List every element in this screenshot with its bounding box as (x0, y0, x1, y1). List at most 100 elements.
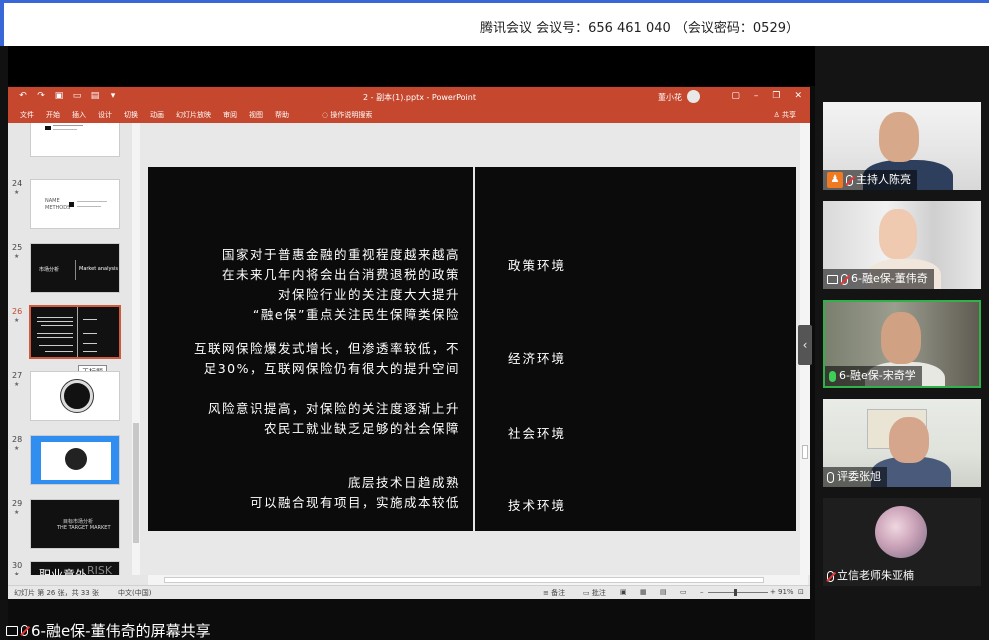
ribbon-tabs: 文件 开始 插入 设计 切换 动画 幻灯片放映 审阅 视图 帮助 (20, 110, 289, 120)
tab-file[interactable]: 文件 (20, 110, 34, 120)
participant-name: 6-融e保-董伟奇 (851, 272, 928, 285)
thumbnail-text: 职业意外 (39, 568, 88, 575)
policy-line: 对保险行业的关注度大大提升 (277, 287, 460, 302)
thumbnail-number: 26 (12, 307, 23, 316)
participant-name: 6-融e保-宋奇学 (839, 369, 916, 382)
open-icon[interactable]: ▤ (90, 91, 100, 101)
participant-video-5[interactable]: 立信老师朱亚楠 (823, 498, 981, 586)
customize-icon[interactable]: ▾ (108, 91, 118, 101)
mic-icon[interactable] (827, 471, 834, 483)
notes-button[interactable]: ≡ 备注 (543, 588, 565, 598)
close-icon[interactable]: ✕ (794, 91, 802, 101)
restore-icon[interactable]: ❐ (772, 91, 780, 101)
reading-view-icon[interactable]: ▤ (660, 588, 667, 596)
language-status[interactable]: 中文(中国) (118, 588, 151, 598)
ppt-title-bar: ↶ ↷ ▣ ▭ ▤ ▾ 2 - 副本(1).pptx - PowerPoint … (8, 87, 810, 107)
social-line: 农民工就业缺乏足够的社会保障 (263, 421, 460, 436)
save-icon[interactable]: ▣ (54, 91, 64, 101)
thumbnail-image[interactable] (30, 123, 120, 157)
meeting-info-text: 腾讯会议 会议号：656 461 040 （会议密码：0529） (479, 21, 799, 36)
thumbnails-scroll-thumb[interactable] (133, 423, 139, 543)
thumbnail-image[interactable]: 市场分析 Market analysis (30, 243, 120, 293)
tab-animations[interactable]: 动画 (150, 110, 164, 120)
screen-share-icon (827, 274, 838, 284)
tech-line: 底层技术日趋成熟 (347, 475, 460, 490)
participant-video-4[interactable]: 评委张旭 (823, 399, 981, 487)
host-icon: ♟ (827, 172, 843, 188)
slideshow-view-icon[interactable]: ▭ (680, 588, 687, 596)
mic-muted-icon (21, 625, 28, 636)
share-button[interactable]: ♙ 共享 (773, 110, 796, 120)
thumbnail-image[interactable]: NAME METHODS (30, 179, 120, 229)
mic-active-icon[interactable] (829, 370, 836, 382)
comments-button[interactable]: ▭ 批注 (583, 588, 606, 598)
participant-video-1[interactable]: ♟ 主持人陈亮 (823, 102, 981, 190)
zoom-in-icon[interactable]: + (770, 588, 776, 596)
ribbon-display-icon[interactable]: ▢ (731, 91, 740, 101)
thumbnail-text: 目标市场分析 (63, 519, 94, 525)
current-slide[interactable]: 国家对于普惠金融的重视程度越来越高 在未来几年内将会出台消费退税的政策 对保险行… (148, 167, 796, 531)
mic-muted-icon[interactable] (841, 273, 848, 285)
tab-view[interactable]: 视图 (249, 110, 263, 120)
mic-muted-icon[interactable] (846, 174, 853, 186)
tell-me-search[interactable]: ◌ 操作说明搜索 (322, 110, 372, 120)
label-social: 社会环境 (508, 426, 567, 441)
economy-line: 足30%，互联网保险仍有很大的提升空间 (203, 361, 460, 376)
tab-slideshow[interactable]: 幻灯片放映 (176, 110, 211, 120)
thumbnail-image[interactable]: 职业意外 RISK (30, 561, 120, 575)
participant-video-2[interactable]: 6-融e保-董伟奇 (823, 201, 981, 289)
tab-insert[interactable]: 插入 (72, 110, 86, 120)
participant-label: 立信老师朱亚楠 (823, 566, 920, 586)
tab-home[interactable]: 开始 (46, 110, 60, 120)
thumbnail-image[interactable]: 目标市场分析 THE TARGET MARKET (30, 499, 120, 549)
thumbnail-image[interactable] (30, 435, 120, 485)
thumbnail-number: 28 (12, 435, 23, 444)
slide-sorter-icon[interactable]: ▦ (640, 588, 647, 596)
horizontal-scrollbar[interactable] (148, 575, 808, 585)
fit-slide-icon[interactable]: ⊡ (798, 588, 804, 596)
thumbnail-number: 30 (12, 561, 23, 570)
notes-label: 备注 (551, 589, 566, 597)
normal-view-icon[interactable]: ▣ (620, 588, 627, 596)
mic-muted-icon[interactable] (827, 570, 834, 582)
star-icon: ★ (14, 445, 20, 452)
slideshow-icon[interactable]: ▭ (72, 91, 82, 101)
user-avatar-icon[interactable] (687, 90, 700, 103)
tab-review[interactable]: 审阅 (223, 110, 237, 120)
vertical-scroll-thumb[interactable] (802, 445, 808, 459)
participant-name: 评委张旭 (837, 470, 881, 483)
tech-text: 底层技术日趋成熟 可以融合现有项目，实施成本较低 (250, 473, 460, 513)
collapse-panel-arrow-icon[interactable]: ‹ (798, 325, 812, 365)
slide-thumbnails-pane[interactable]: 24 ★ NAME METHODS 25 ★ 市场分析 Market analy… (8, 123, 140, 575)
thumbnail-image[interactable] (30, 371, 120, 421)
participant-label: ♟ 主持人陈亮 (823, 170, 917, 190)
thumbnails-scrollbar[interactable] (132, 123, 140, 575)
tab-design[interactable]: 设计 (98, 110, 112, 120)
zoom-out-icon[interactable]: – (700, 588, 704, 596)
meeting-info-bar: 腾讯会议 会议号：656 461 040 （会议密码：0529） (0, 0, 989, 46)
zoom-level[interactable]: 91% (778, 588, 794, 596)
zoom-slider[interactable] (708, 592, 768, 593)
undo-icon[interactable]: ↶ (18, 91, 28, 101)
tell-me-label: 操作说明搜索 (330, 111, 373, 119)
label-tech: 技术环境 (508, 498, 567, 513)
screen-share-label: 6-融e保-董伟奇的屏幕共享 (6, 620, 211, 640)
horizontal-scroll-thumb[interactable] (164, 577, 764, 583)
slide-counter: 幻灯片 第 26 张，共 33 张 (14, 589, 99, 597)
economy-text: 互联网保险爆发式增长，但渗透率较低，不 足30%，互联网保险仍有很大的提升空间 (194, 339, 460, 379)
thumbnail-image[interactable] (29, 305, 121, 359)
minimize-icon[interactable]: – (754, 91, 759, 101)
tab-help[interactable]: 帮助 (275, 110, 289, 120)
tab-transitions[interactable]: 切换 (124, 110, 138, 120)
star-icon: ★ (14, 381, 20, 388)
zoom-slider-thumb[interactable] (734, 589, 737, 596)
document-title: 2 - 副本(1).pptx - PowerPoint (363, 93, 476, 102)
participant-video-3-speaking[interactable]: 6-融e保-宋奇学 (823, 300, 981, 388)
thumbnail-text: RISK (87, 564, 113, 575)
comments-label: 批注 (591, 589, 606, 597)
user-name[interactable]: 董小花 (658, 92, 682, 103)
comments-icon: ▭ (583, 589, 592, 597)
redo-icon[interactable]: ↷ (36, 91, 46, 101)
notes-icon: ≡ (543, 589, 552, 597)
participant-name: 立信老师朱亚楠 (837, 569, 914, 582)
